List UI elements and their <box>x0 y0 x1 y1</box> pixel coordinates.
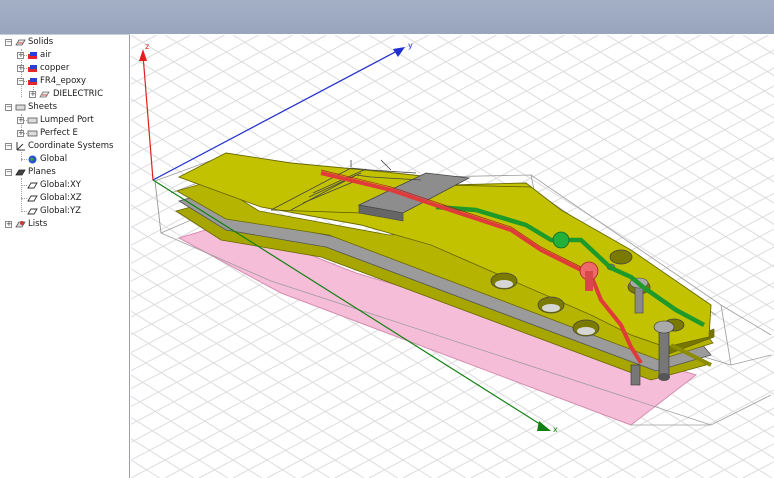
tree-label: Global:YZ <box>40 206 81 216</box>
z-axis-label: z <box>145 42 149 51</box>
solid-object-icon <box>39 91 50 98</box>
tree-label: Planes <box>28 167 56 177</box>
collapse-icon[interactable]: − <box>17 78 24 85</box>
expand-icon[interactable]: + <box>17 117 24 124</box>
tree-item-global-xz[interactable]: Global:XZ <box>0 192 128 205</box>
material-folder-icon <box>28 65 37 72</box>
planes-icon <box>15 169 26 176</box>
tree-item-sheets[interactable]: − Sheets <box>0 101 128 114</box>
tree-item-global-xy[interactable]: Global:XY <box>0 179 128 192</box>
tree-item-fr4-epoxy[interactable]: − FR4_epoxy <box>0 75 128 88</box>
tree-item-solids[interactable]: − Solids <box>0 36 128 49</box>
plane-icon <box>27 182 38 189</box>
project-tree-panel[interactable]: − Solids + air + copper − FR4_epoxy + DI… <box>0 34 130 478</box>
tree-item-air[interactable]: + air <box>0 49 128 62</box>
tree-label: Global:XZ <box>40 193 82 203</box>
tree-item-coordinate-systems[interactable]: − Coordinate Systems <box>0 140 128 153</box>
tree-label: DIELECTRIC <box>53 89 104 99</box>
tree-label: Global:XY <box>40 180 81 190</box>
tree-label: Perfect E <box>40 128 78 138</box>
tree-label: Sheets <box>28 102 58 112</box>
window-title-bar <box>0 0 774 34</box>
red-via-barrel <box>585 271 593 291</box>
collapse-icon[interactable]: − <box>5 169 12 176</box>
x-axis-label: x <box>553 425 558 434</box>
sheet-icon <box>27 130 38 137</box>
tree-item-lumped-port[interactable]: + Lumped Port <box>0 114 128 127</box>
tree-item-lists[interactable]: + Lists <box>0 218 128 231</box>
x-axis-arrowhead <box>537 421 551 431</box>
tree-item-copper[interactable]: + copper <box>0 62 128 75</box>
tree-item-global-yz[interactable]: Global:YZ <box>0 205 128 218</box>
tree-label: Solids <box>28 37 54 47</box>
collapse-icon[interactable]: − <box>5 39 12 46</box>
tree-item-perfect-e[interactable]: + Perfect E <box>0 127 128 140</box>
material-folder-icon <box>28 78 37 85</box>
plane-icon <box>27 195 38 202</box>
tree-item-dielectric[interactable]: + DIELECTRIC <box>0 88 128 101</box>
expand-icon[interactable]: + <box>5 221 12 228</box>
collapse-icon[interactable]: − <box>5 143 12 150</box>
green-via-pad[interactable] <box>552 231 570 249</box>
collapse-icon[interactable]: − <box>5 104 12 111</box>
y-axis-label: y <box>408 41 413 50</box>
3d-modeler-viewport[interactable]: z y x <box>131 35 774 478</box>
tree-label: copper <box>40 63 70 73</box>
expand-icon[interactable]: + <box>17 52 24 59</box>
expand-icon[interactable]: + <box>29 91 36 98</box>
tree-label: Global <box>40 154 68 164</box>
tree-item-global[interactable]: Global <box>0 153 128 166</box>
solids-icon <box>15 39 26 46</box>
tree-item-planes[interactable]: − Planes <box>0 166 128 179</box>
tree-label: FR4_epoxy <box>40 76 87 86</box>
expand-icon[interactable]: + <box>17 130 24 137</box>
lists-icon <box>15 221 26 228</box>
expand-icon[interactable]: + <box>17 65 24 72</box>
sheet-icon <box>27 117 38 124</box>
plane-icon <box>27 208 38 215</box>
model-canvas[interactable]: z y x <box>131 35 774 478</box>
tree-label: Lists <box>28 219 48 229</box>
tree-label: Lumped Port <box>40 115 94 125</box>
sheets-icon <box>15 104 26 111</box>
material-folder-icon <box>28 52 37 59</box>
tree-label: Coordinate Systems <box>28 141 114 151</box>
globe-icon <box>28 155 37 164</box>
tree-label: air <box>40 50 52 60</box>
coordinate-axes-icon <box>16 142 25 151</box>
